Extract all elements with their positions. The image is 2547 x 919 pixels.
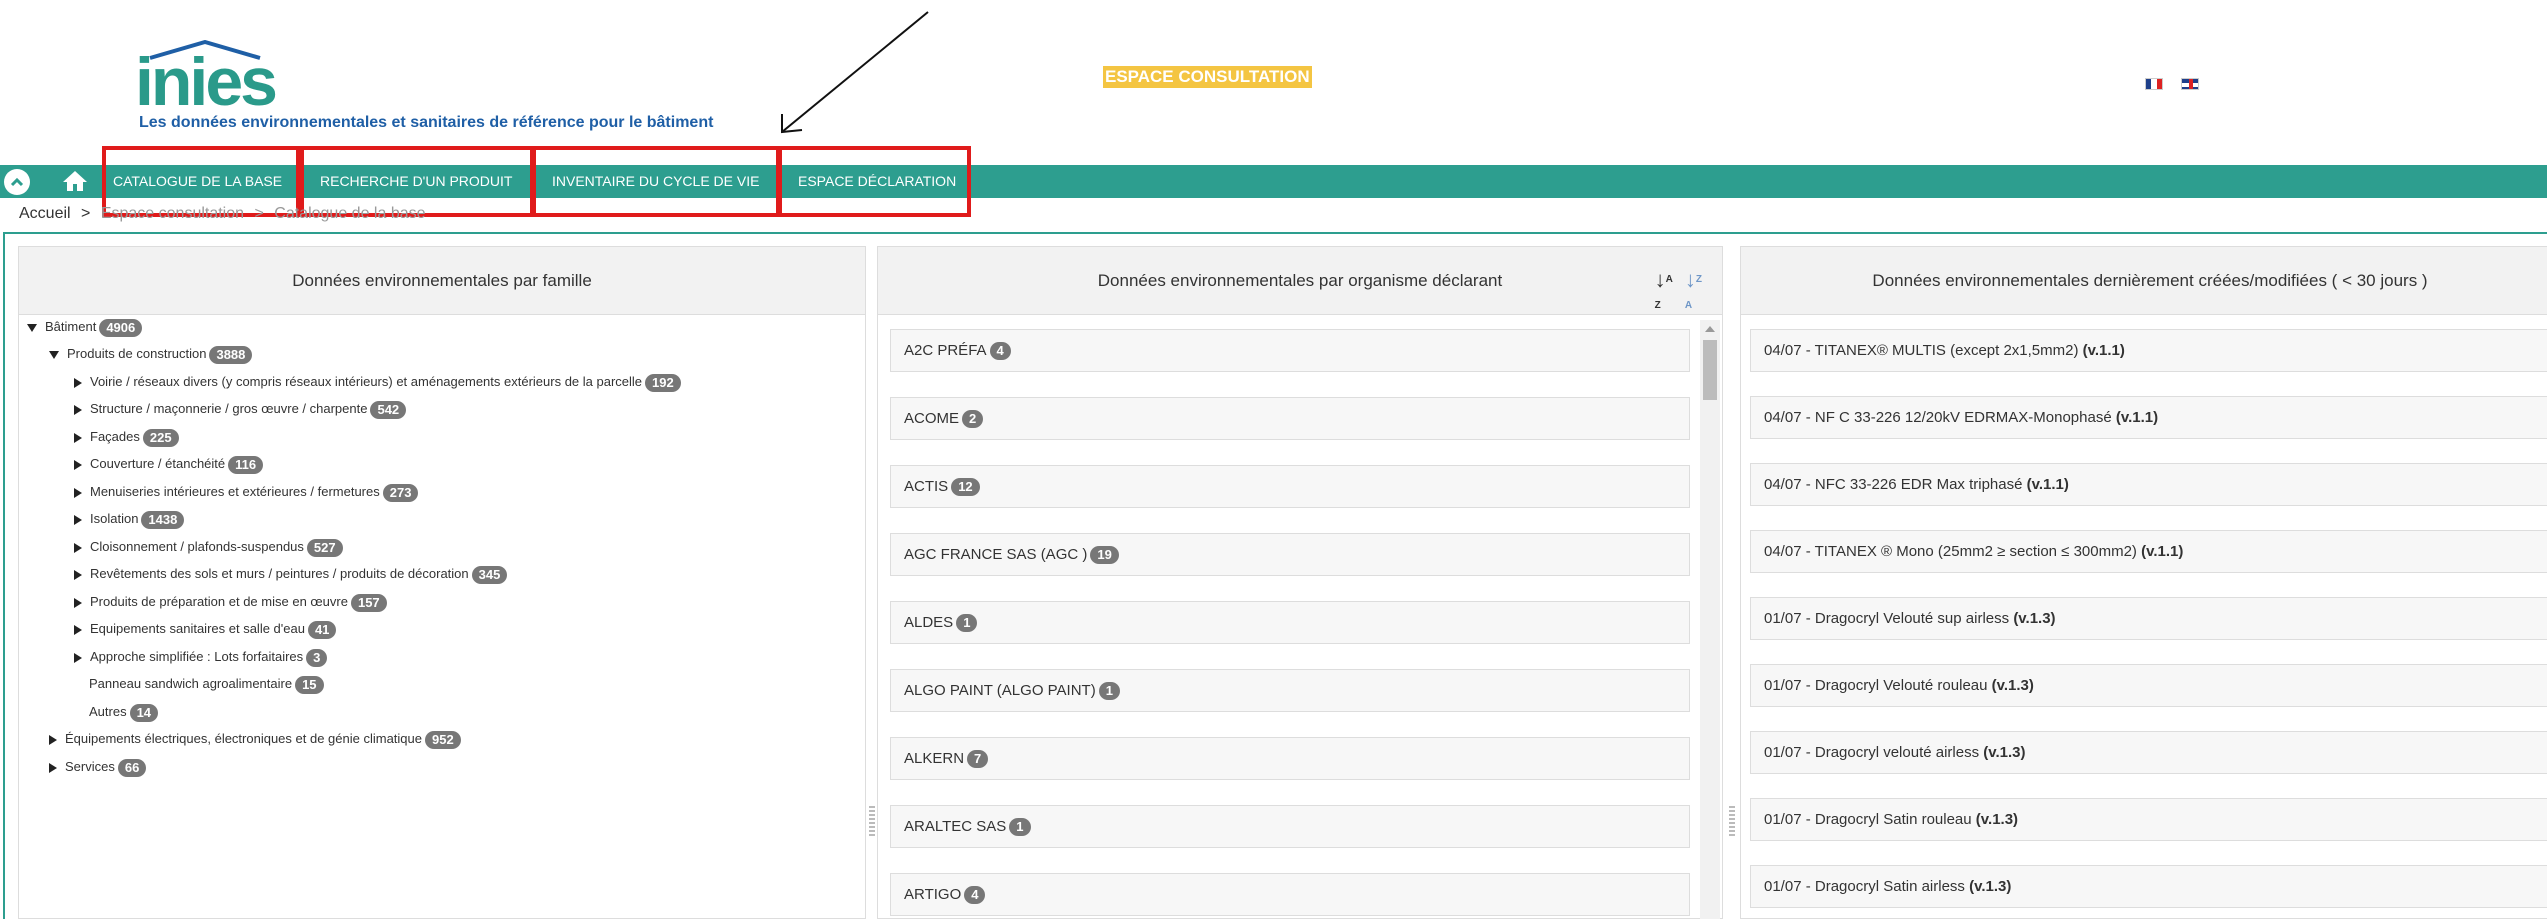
recent-item[interactable]: 01/07 - Dragocryl Velouté rouleau (v.1.3… [1750,664,2547,707]
sort-alpha-down-icon[interactable]: ↓A Z [1655,267,1673,319]
recent-item[interactable]: 04/07 - TITANEX® MULTIS (except 2x1,5mm2… [1750,329,2547,372]
tree-node[interactable]: Équipements électriques, électroniques e… [49,729,461,749]
tree-node[interactable]: Façades 225 [74,427,179,447]
recent-item[interactable]: 04/07 - NF C 33-226 12/20kV EDRMAX-Monop… [1750,396,2547,439]
organism-item[interactable]: ARTIGO 4 [890,873,1690,916]
expanded-caret-icon[interactable] [49,350,59,359]
collapsed-caret-icon[interactable] [74,459,82,470]
tree-leaf[interactable]: Autres 14 [89,702,159,722]
collapsed-caret-icon[interactable] [74,377,82,388]
tree-node[interactable]: Bâtiment 4906 [27,317,143,337]
recent-item[interactable]: 01/07 - Dragocryl Velouté sup airless (v… [1750,597,2547,640]
highlight-box-inventaire [532,146,780,217]
organism-panel-header: Données environnementales par organisme … [878,247,1722,315]
tree-node[interactable]: Services 66 [49,757,147,777]
collapsed-caret-icon[interactable] [74,597,82,608]
collapsed-caret-icon[interactable] [49,762,57,773]
tree-node[interactable]: Couverture / étanchéité 116 [74,454,264,474]
language-switcher [2145,78,2199,90]
recent-item[interactable]: 04/07 - NFC 33-226 EDR Max triphasé (v.1… [1750,463,2547,506]
scroll-thumb[interactable] [1703,340,1717,400]
highlight-box-declaration [778,146,971,217]
home-icon[interactable] [62,169,88,193]
family-panel: Données environnementales par famille Bâ… [18,246,866,919]
recent-item[interactable]: 01/07 - Dragocryl Satin rouleau (v.1.3) [1750,798,2547,841]
organism-item[interactable]: ACOME 2 [890,397,1690,440]
breadcrumb-level1[interactable]: Espace consultation [101,205,244,222]
tree-node[interactable]: Approche simplifiée : Lots forfaitaires 3 [74,647,328,667]
sort-alpha-up-icon[interactable]: ↓Z A [1685,267,1702,319]
tree-node[interactable]: Structure / maçonnerie / gros œuvre / ch… [74,399,407,419]
collapsed-caret-icon[interactable] [74,652,82,663]
organism-scrollbar[interactable] [1700,320,1720,919]
uk-flag-icon[interactable] [2181,78,2199,90]
chevron-up-icon[interactable] [4,169,30,195]
collapsed-caret-icon[interactable] [74,569,82,580]
sort-controls: ↓A Z ↓Z A [1655,267,1702,319]
collapsed-caret-icon[interactable] [74,404,82,415]
tree-node[interactable]: Voirie / réseaux divers (y compris résea… [74,372,681,392]
breadcrumb-home[interactable]: Accueil [19,205,71,222]
collapsed-caret-icon[interactable] [74,514,82,525]
organism-item[interactable]: ALKERN 7 [890,737,1690,780]
collapsed-caret-icon[interactable] [74,487,82,498]
tree-node[interactable]: Menuiseries intérieures et extérieures /… [74,482,419,502]
inies-logo[interactable]: inies [135,40,278,116]
scroll-up-arrow-icon[interactable] [1705,326,1715,332]
collapsed-caret-icon[interactable] [74,624,82,635]
fr-flag-icon[interactable] [2145,78,2163,90]
header: inies Les données environnementales et s… [0,0,2547,165]
tree-node[interactable]: Revêtements des sols et murs / peintures… [74,564,508,584]
tree-node[interactable]: Cloisonnement / plafonds-suspendus 527 [74,537,343,557]
organism-item[interactable]: ARALTEC SAS 1 [890,805,1690,848]
recent-panel-title: Données environnementales dernièrement c… [1741,247,2547,315]
tree-node[interactable]: Produits de préparation et de mise en œu… [74,592,387,612]
tree-node[interactable]: Produits de construction 3888 [49,344,253,364]
annotation-arrow [781,11,929,134]
breadcrumb: Accueil > Espace consultation > Catalogu… [19,205,426,223]
breadcrumb-level2: Catalogue de la base [274,205,426,222]
organism-item[interactable]: ALDES 1 [890,601,1690,644]
tree-node[interactable]: Isolation 1438 [74,509,185,529]
resize-handle-icon[interactable] [869,806,875,836]
expanded-caret-icon[interactable] [27,323,37,332]
logo-text: inies [135,44,278,120]
tree-node[interactable]: Equipements sanitaires et salle d'eau 41 [74,619,337,639]
organism-panel-title: Données environnementales par organisme … [1097,270,1503,290]
tagline: Les données environnementales et sanitai… [139,114,714,131]
collapsed-caret-icon[interactable] [49,734,57,745]
collapsed-caret-icon[interactable] [74,542,82,553]
resize-handle-icon[interactable] [1729,806,1735,836]
organism-item[interactable]: ALGO PAINT (ALGO PAINT) 1 [890,669,1690,712]
family-panel-title: Données environnementales par famille [19,247,865,315]
collapsed-caret-icon[interactable] [74,432,82,443]
organism-item[interactable]: A2C PRÉFA 4 [890,329,1690,372]
tree-leaf[interactable]: Panneau sandwich agroalimentaire 15 [89,674,324,694]
espace-consultation-label: ESPACE CONSULTATION [1103,66,1312,88]
recent-item[interactable]: 04/07 - TITANEX ® Mono (25mm2 ≥ section … [1750,530,2547,573]
organism-item[interactable]: AGC FRANCE SAS (AGC ) 19 [890,533,1690,576]
organism-item[interactable]: ACTIS 12 [890,465,1690,508]
breadcrumb-separator: > [254,205,264,222]
recent-item[interactable]: 01/07 - Dragocryl velouté airless (v.1.3… [1750,731,2547,774]
breadcrumb-separator: > [81,205,91,222]
recent-item[interactable]: 01/07 - Dragocryl Satin airless (v.1.3) [1750,865,2547,908]
